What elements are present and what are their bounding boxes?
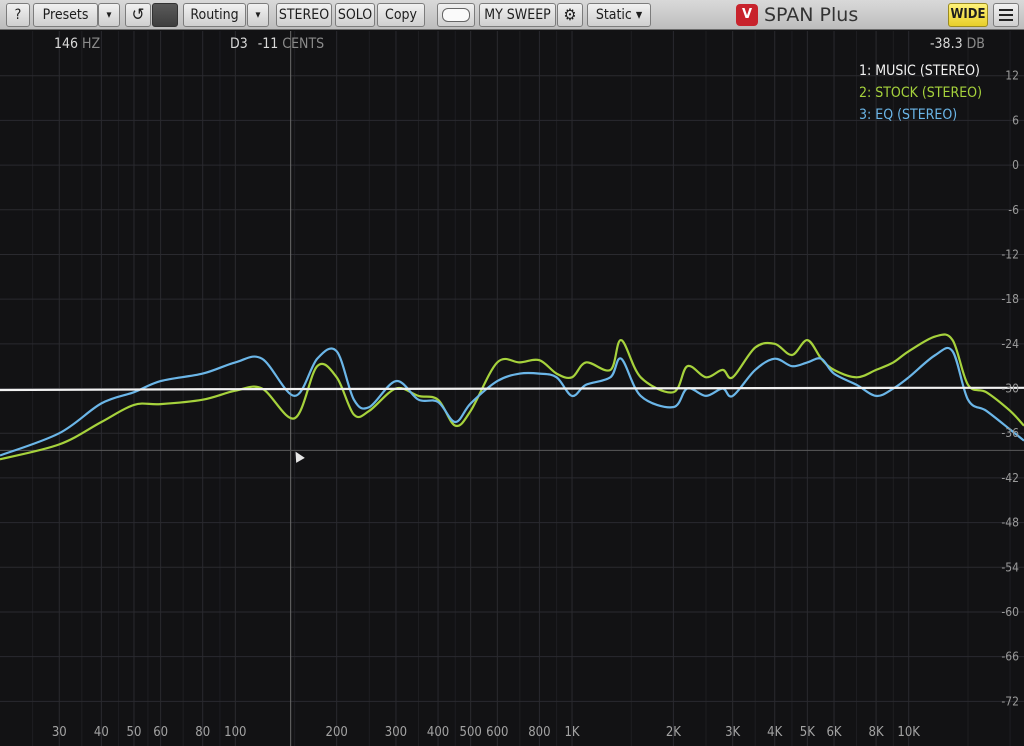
x-tick-label: 300 (385, 725, 407, 740)
x-tick-label: 600 (486, 725, 508, 740)
note-value: D3 (230, 36, 248, 52)
x-tick-label: 60 (153, 725, 168, 740)
level-value: -38.3 (930, 36, 963, 52)
x-axis: 30 40 50 60 80 100 200 300 400 500 600 800 1K 2K 3K 4K 5… (52, 725, 920, 740)
legend-item-stock[interactable]: 2: STOCK (STEREO) (859, 82, 982, 104)
menu-icon[interactable] (993, 3, 1019, 27)
frequency-value: 146 (54, 36, 79, 52)
presets-dropdown-icon[interactable]: ▾ (98, 3, 120, 27)
y-tick-label: -72 (1001, 694, 1019, 708)
legend-item-music[interactable]: 1: MUSIC (STEREO) (859, 60, 982, 82)
logo-icon: V (736, 4, 758, 26)
frequency-unit: HZ (82, 36, 101, 52)
x-tick-label: 800 (528, 725, 550, 740)
y-tick-label: -12 (1001, 247, 1019, 261)
spectrum-chart[interactable]: 1260-6-12-18-24-30-36-42-48-54-60-66-72 … (0, 31, 1024, 746)
toggle-icon[interactable] (437, 3, 475, 27)
x-tick-label: 8K (869, 725, 884, 740)
x-tick-label: 10K (897, 725, 920, 740)
presets-button[interactable]: Presets (33, 3, 98, 27)
legend: 1: MUSIC (STEREO) 2: STOCK (STEREO) 3: E… (859, 60, 982, 126)
x-tick-label: 400 (427, 725, 449, 740)
cents-value: -11 (257, 36, 279, 52)
x-tick-label: 1K (564, 725, 579, 740)
series-line-stock (0, 333, 1024, 461)
x-tick-label: 6K (826, 725, 841, 740)
copy-button[interactable]: Copy (377, 3, 425, 27)
x-tick-label: 5K (800, 725, 815, 740)
brand: V SPAN Plus (736, 3, 858, 27)
undo-icon[interactable]: ↺ (125, 3, 151, 27)
x-tick-label: 40 (94, 725, 109, 740)
cents-unit: CENTS (282, 36, 325, 52)
y-tick-label: -48 (1001, 516, 1019, 530)
solo-button[interactable]: SOLO (335, 3, 375, 27)
redo-button[interactable] (152, 3, 178, 27)
my-sweep-button[interactable]: MY SWEEP (479, 3, 556, 27)
frequency-readout: 146 HZ (54, 36, 100, 52)
x-tick-label: 500 (460, 725, 482, 740)
level-unit: DB (966, 36, 985, 52)
x-tick-label: 2K (666, 725, 681, 740)
stereo-button[interactable]: STEREO (276, 3, 332, 27)
y-tick-label: -66 (1001, 650, 1019, 664)
y-tick-label: -54 (1001, 560, 1019, 574)
level-readout: -38.3 DB (930, 36, 985, 52)
app-title: SPAN Plus (764, 4, 859, 26)
y-tick-label: 6 (1012, 113, 1019, 127)
static-dropdown[interactable]: Static ▾ (587, 3, 651, 27)
help-button[interactable]: ? (6, 3, 30, 27)
note-readout: D3 -11 CENTS (230, 36, 324, 52)
series-group (0, 333, 1024, 461)
y-tick-label: -6 (1008, 203, 1019, 217)
gear-icon[interactable]: ⚙ (557, 3, 583, 27)
y-tick-label: -60 (1001, 605, 1019, 619)
toolbar: ? Presets ▾ ↺ Routing ▾ STEREO SOLO Copy… (0, 0, 1024, 30)
legend-item-eq[interactable]: 3: EQ (STEREO) (859, 104, 982, 126)
x-tick-label: 80 (195, 725, 210, 740)
wide-button[interactable]: WIDE (948, 3, 988, 27)
y-tick-label: -18 (1001, 292, 1019, 306)
routing-dropdown-icon[interactable]: ▾ (247, 3, 269, 27)
x-tick-label: 30 (52, 725, 67, 740)
y-tick-label: -30 (1001, 382, 1019, 396)
x-tick-label: 100 (224, 725, 246, 740)
series-line-eq (0, 346, 1024, 457)
x-tick-label: 200 (326, 725, 348, 740)
routing-button[interactable]: Routing (183, 3, 246, 27)
y-tick-label: -42 (1001, 471, 1019, 485)
y-tick-label: 0 (1012, 158, 1019, 172)
x-tick-label: 4K (767, 725, 782, 740)
x-tick-label: 3K (725, 725, 740, 740)
y-tick-label: -36 (1001, 426, 1019, 440)
y-tick-label: -24 (1001, 337, 1019, 351)
x-tick-label: 50 (127, 725, 142, 740)
y-tick-label: 12 (1005, 69, 1019, 83)
